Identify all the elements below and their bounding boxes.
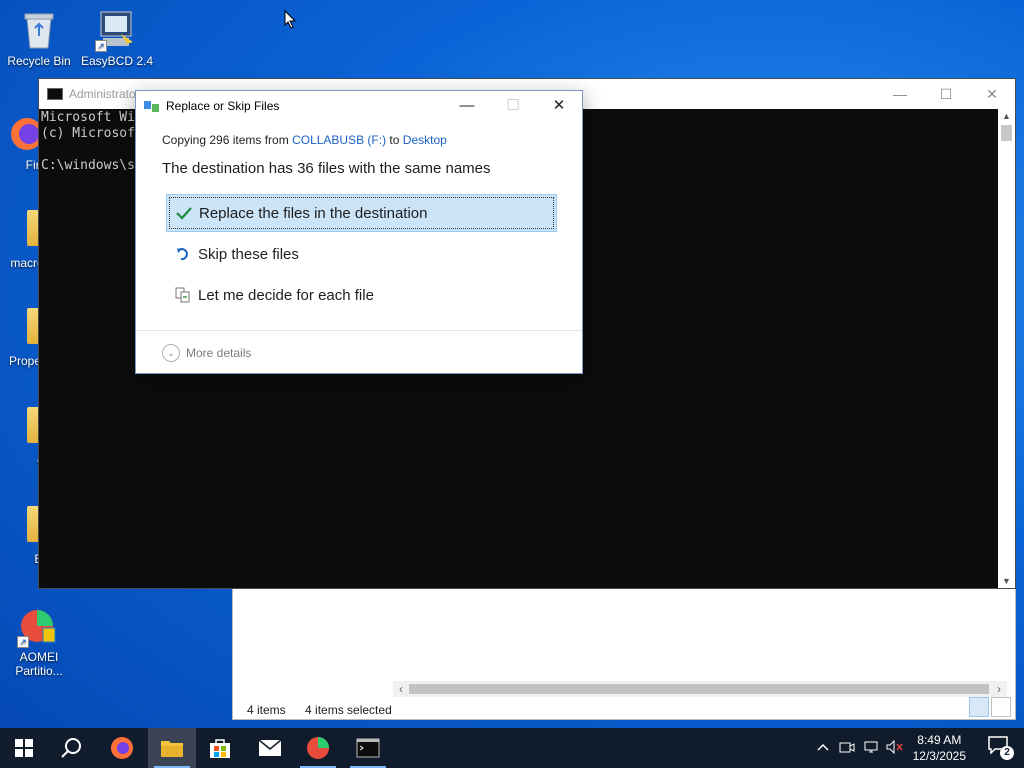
taskbar-aomei[interactable] (294, 728, 342, 768)
shortcut-arrow-icon: ↗ (95, 40, 107, 52)
cmd-title: Administrato (69, 87, 136, 101)
scroll-right-arrow-icon[interactable]: › (991, 681, 1007, 697)
cmd-line: C:\windows\s (41, 158, 135, 173)
show-hidden-icons-chevron-icon[interactable] (815, 740, 831, 756)
cmd-close-button[interactable]: ✕ (969, 79, 1015, 109)
cmd-line: (c) Microsof (41, 126, 135, 141)
cmd-icon (356, 738, 380, 758)
desktop-icon-recycle-bin[interactable]: Recycle Bin (0, 8, 78, 68)
decide-each-file-option[interactable]: Let me decide for each file (166, 276, 557, 314)
recycle-bin-icon (17, 8, 61, 52)
scroll-down-arrow-icon[interactable]: ▼ (998, 574, 1015, 588)
conflict-heading: The destination has 36 files with the sa… (162, 160, 491, 177)
taskbar-command-prompt[interactable] (344, 728, 392, 768)
notification-center-button[interactable]: 2 (988, 736, 1014, 760)
desktop-icon-label: AOMEI Partitio... (15, 650, 63, 678)
checkmark-icon (173, 203, 195, 223)
replace-or-skip-dialog[interactable]: Replace or Skip Files — ☐ ✕ Copying 296 … (135, 90, 583, 374)
source-link[interactable]: COLLABUSB (F:) (292, 133, 386, 147)
taskbar: 8:49 AM 12/3/2025 2 (0, 728, 1024, 768)
start-button[interactable] (0, 728, 48, 768)
copying-summary: Copying 296 items from COLLABUSB (F:) to… (162, 133, 447, 147)
destination-link[interactable]: Desktop (403, 133, 447, 147)
cmd-line: Microsoft Wi (41, 110, 135, 125)
copying-prefix: Copying 296 items from (162, 133, 293, 147)
dialog-close-button[interactable]: ✕ (536, 91, 582, 121)
horizontal-scrollbar[interactable]: ‹ › (393, 681, 1007, 697)
taskbar-store[interactable] (196, 728, 244, 768)
desktop-icon-label: Recycle Bin (7, 54, 71, 68)
clock[interactable]: 8:49 AM 12/3/2025 (913, 732, 966, 764)
file-copy-icon (144, 99, 160, 113)
dialog-minimize-button[interactable]: — (444, 91, 490, 121)
file-explorer-window[interactable]: ‹ › 4 items 4 items selected (232, 588, 1016, 720)
mouse-cursor-icon (284, 9, 297, 32)
firefox-icon (111, 737, 133, 759)
more-details-label: More details (186, 346, 252, 360)
clock-date: 12/3/2025 (912, 749, 966, 763)
easybcd-icon: ↗ (95, 8, 139, 52)
cmd-minimize-button[interactable]: — (877, 79, 923, 109)
taskbar-mail[interactable] (246, 728, 294, 768)
scrollbar-thumb[interactable] (1001, 125, 1012, 141)
decide-icon (172, 285, 194, 305)
desktop-icon-label: EasyBCD 2.4 (80, 54, 154, 68)
cmd-icon (47, 88, 63, 100)
scroll-up-arrow-icon[interactable]: ▲ (998, 109, 1015, 123)
item-count: 4 items (247, 703, 286, 717)
aomei-icon (307, 737, 329, 759)
more-details-button[interactable]: ⌄ More details (162, 344, 251, 362)
aomei-icon: ↗ (17, 604, 61, 648)
taskbar-file-explorer[interactable] (148, 728, 196, 768)
volume-muted-icon[interactable] (886, 739, 904, 756)
scroll-left-arrow-icon[interactable]: ‹ (393, 681, 409, 697)
large-icons-view-button[interactable] (991, 697, 1011, 717)
search-icon (61, 738, 81, 758)
store-icon (210, 739, 230, 758)
cmd-maximize-button[interactable]: ☐ (923, 79, 969, 109)
desktop-icon-aomei[interactable]: ↗ AOMEI Partitio... (0, 604, 78, 678)
desktop-icon-easybcd[interactable]: ↗ EasyBCD 2.4 (78, 8, 156, 68)
selected-count: 4 items selected (305, 703, 392, 717)
status-bar: 4 items 4 items selected (247, 703, 408, 717)
option-label: Let me decide for each file (198, 286, 374, 304)
clock-time: 8:49 AM (917, 733, 962, 747)
scrollbar-thumb[interactable] (409, 684, 989, 694)
replace-files-option[interactable]: Replace the files in the destination (166, 194, 557, 232)
details-view-button[interactable] (969, 697, 989, 717)
search-button[interactable] (48, 728, 96, 768)
meet-now-icon[interactable] (838, 740, 856, 756)
skip-files-option[interactable]: Skip these files (166, 235, 557, 273)
dialog-title: Replace or Skip Files (166, 99, 280, 113)
chevron-down-icon: ⌄ (162, 344, 180, 362)
option-label: Skip these files (198, 245, 299, 263)
folder-icon (161, 741, 183, 757)
taskbar-firefox[interactable] (98, 728, 146, 768)
cmd-vertical-scrollbar[interactable]: ▲ ▼ (998, 109, 1015, 588)
notification-count-badge: 2 (1000, 746, 1014, 760)
view-toggle (969, 697, 1011, 717)
mail-icon (258, 739, 282, 756)
network-icon[interactable] (862, 740, 880, 756)
to-word: to (386, 133, 403, 147)
cmd-output: Microsoft Wi (c) Microsof C:\windows\s (39, 109, 137, 175)
skip-icon (172, 244, 194, 264)
option-label: Replace the files in the destination (199, 204, 428, 222)
shortcut-arrow-icon: ↗ (17, 636, 29, 648)
dialog-maximize-button: ☐ (506, 97, 520, 114)
dialog-separator (136, 330, 582, 331)
windows-logo-icon (15, 739, 33, 757)
